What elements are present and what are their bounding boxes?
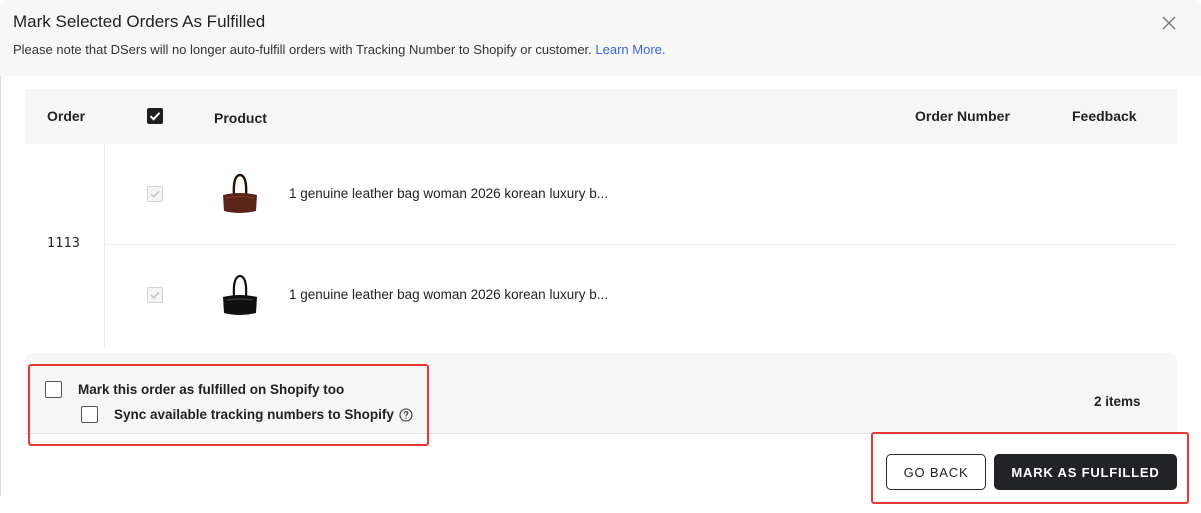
dialog-border [0,76,1,496]
orders-table: Order Product Order Number Feedback 1113 [25,89,1177,347]
black-bag-thumbnail [218,272,262,320]
mark-as-fulfilled-button[interactable]: MARK AS FULFILLED [994,454,1177,490]
options-highlight-box [28,364,429,446]
column-product: Product [214,110,267,126]
row-checkbox[interactable] [147,186,163,202]
learn-more-link[interactable]: Learn More. [595,42,665,57]
table-row: 1 genuine leather bag woman 2026 korean … [105,245,1177,347]
product-name[interactable]: 1 genuine leather bag woman 2026 korean … [289,287,608,302]
column-feedback: Feedback [1072,108,1137,124]
notice-message: Please note that DSers will no longer au… [13,42,592,57]
fulfill-dialog: Mark Selected Orders As Fulfilled Please… [0,0,1201,513]
column-order-number: Order Number [915,108,1010,124]
go-back-button[interactable]: GO BACK [886,454,986,490]
product-name[interactable]: 1 genuine leather bag woman 2026 korean … [289,186,608,201]
order-id: 1113 [47,236,81,251]
brown-bag-thumbnail [218,171,262,219]
dialog-header: Mark Selected Orders As Fulfilled Please… [0,0,1201,76]
column-order: Order [47,108,86,124]
select-all-checkbox[interactable] [147,108,163,124]
order-cell: 1113 [25,144,105,347]
notice-text: Please note that DSers will no longer au… [13,42,666,57]
dialog-title: Mark Selected Orders As Fulfilled [13,12,266,31]
close-icon[interactable] [1159,13,1179,33]
table-row: 1 genuine leather bag woman 2026 korean … [105,144,1177,245]
table-header: Order Product Order Number Feedback [25,89,1177,144]
row-checkbox[interactable] [147,287,163,303]
items-count: 2 items [1094,394,1141,409]
